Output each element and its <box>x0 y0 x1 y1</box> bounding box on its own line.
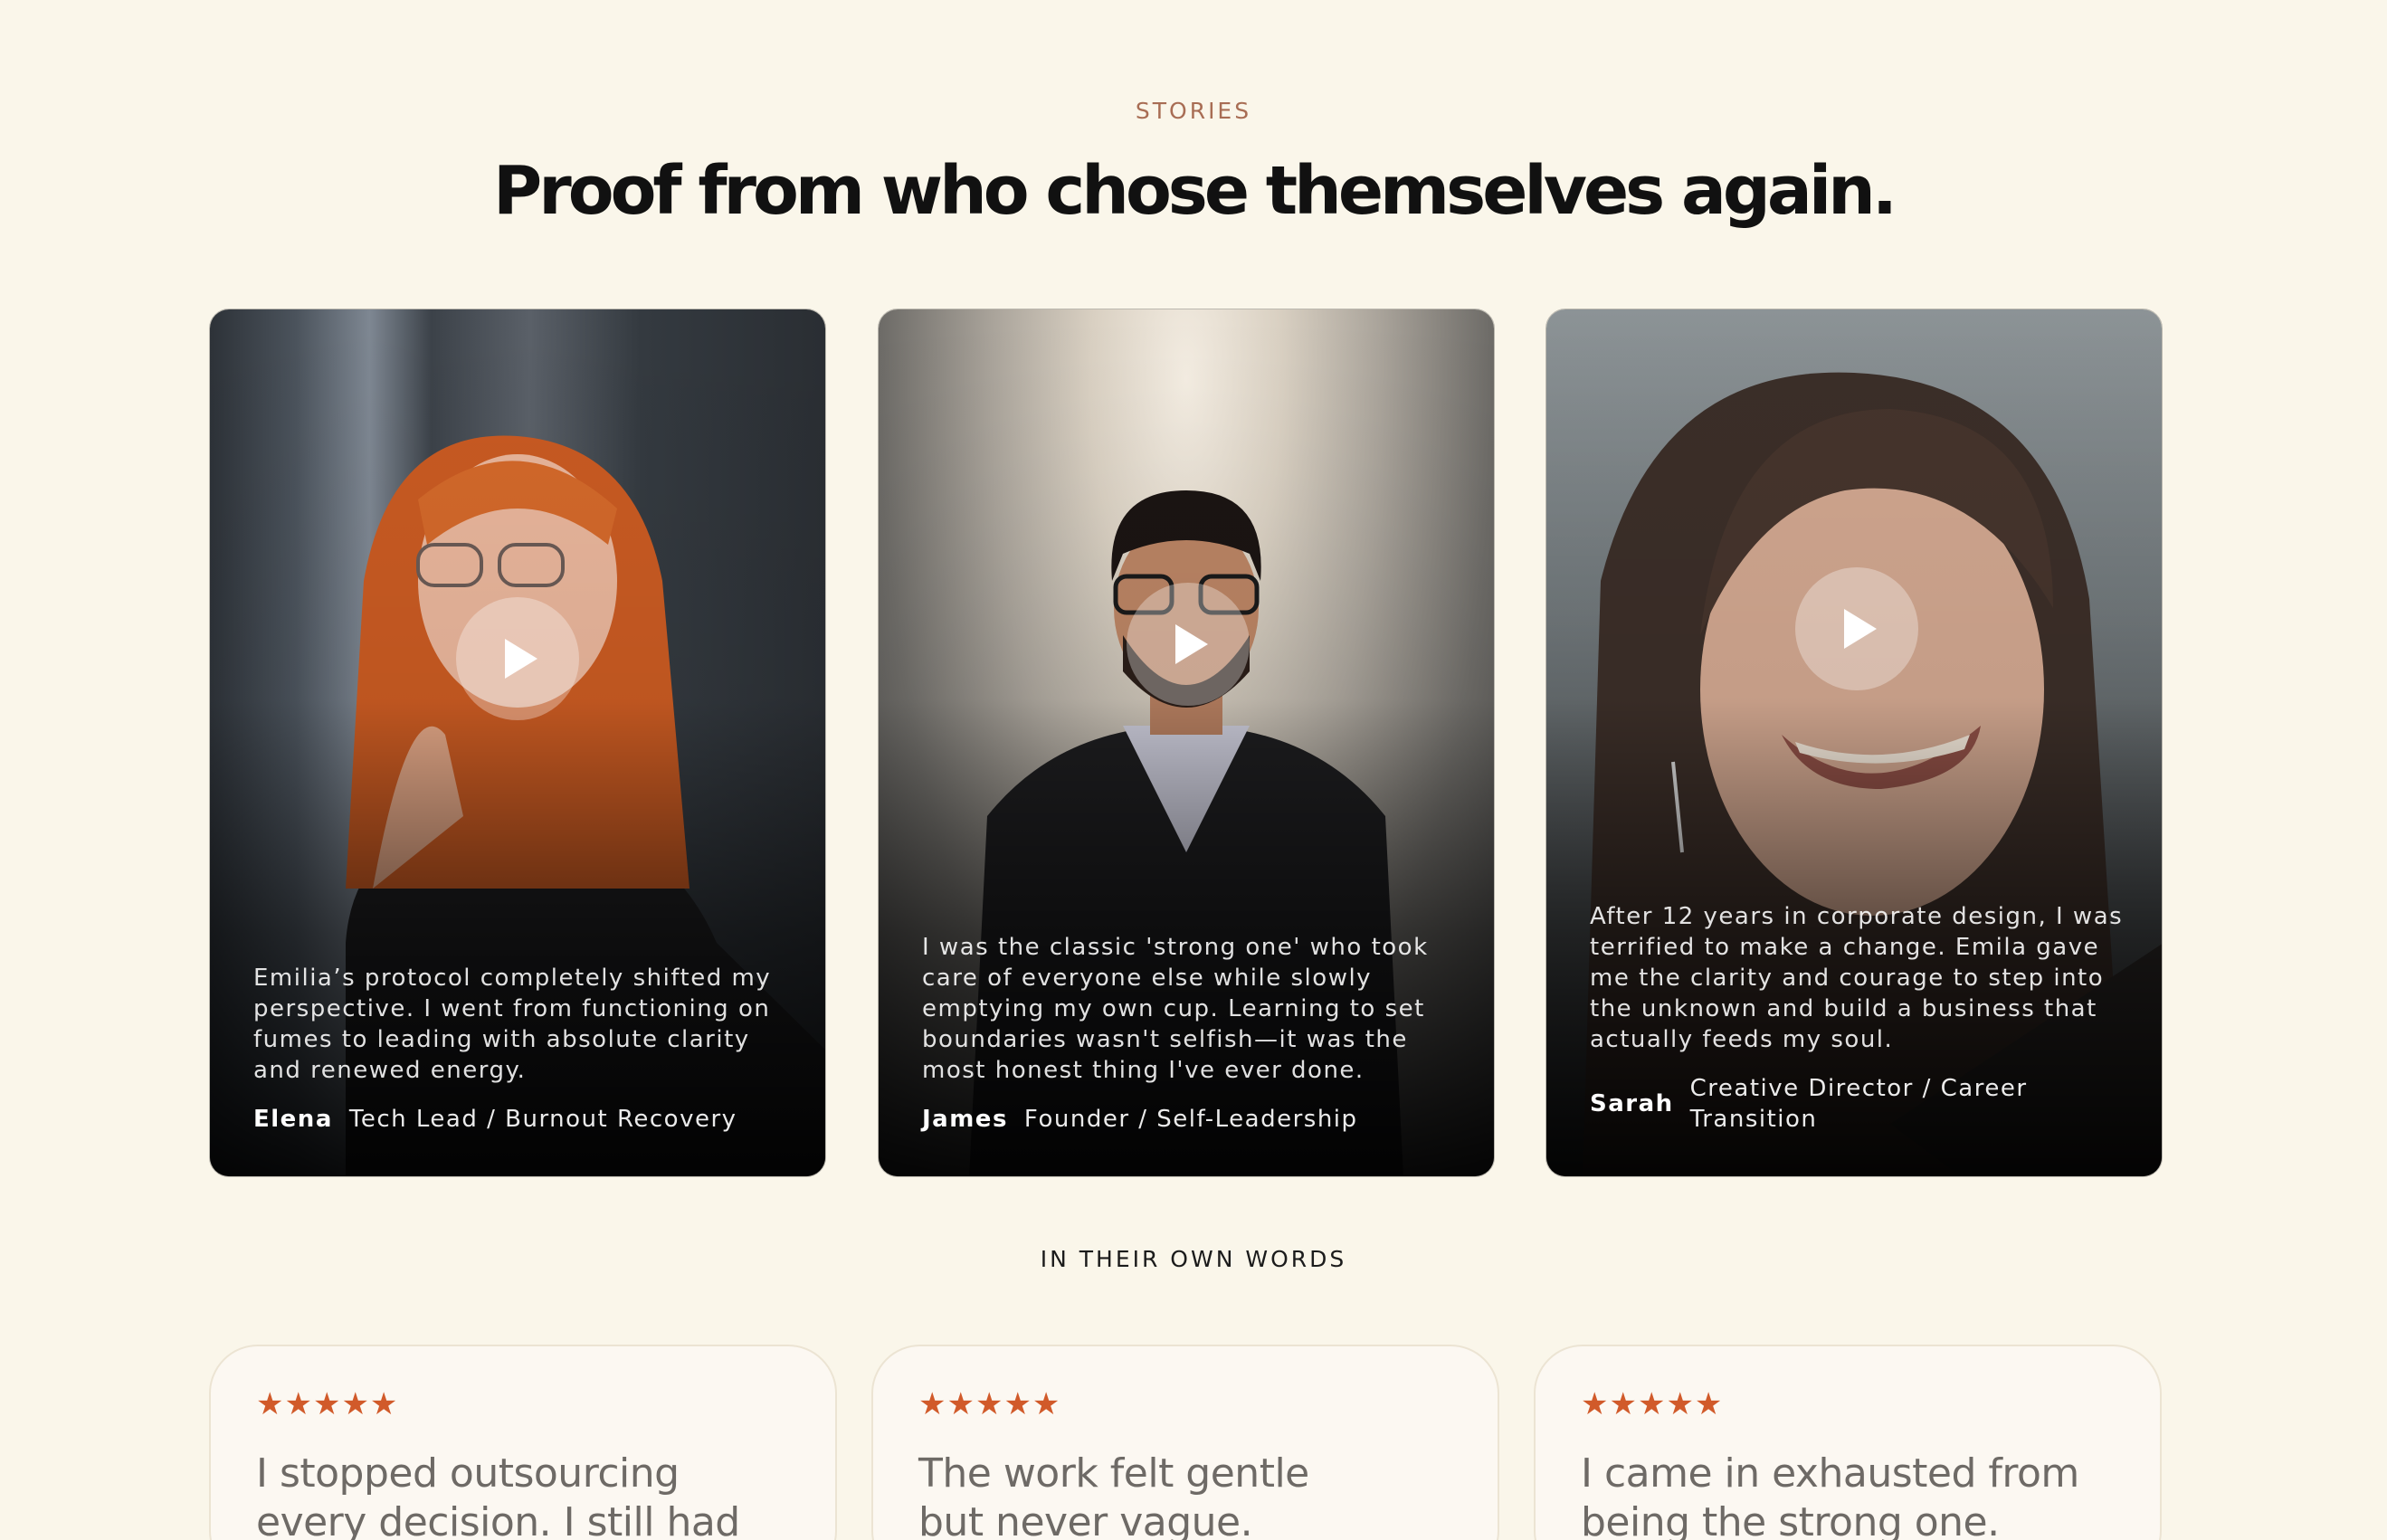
testimonial-attribution: James Founder / Self-Leadership <box>922 1104 1358 1135</box>
testimonial-name: James <box>922 1106 1008 1133</box>
play-button[interactable] <box>1795 567 1918 690</box>
testimonial-quote: I was the classic 'strong one' who took … <box>922 934 1429 1084</box>
testimonial-attribution: Elena Tech Lead / Burnout Recovery <box>253 1104 737 1135</box>
testimonial-quote: After 12 years in corporate design, I wa… <box>1590 903 2124 1053</box>
testimonial-attribution: Sarah Creative Director / Career Transit… <box>1590 1073 2052 1135</box>
section-headline: Proof from who chose themselves again. <box>493 152 1897 230</box>
testimonial-name: Elena <box>253 1106 333 1133</box>
review-card: ★★★★★ I came in exhausted from being the… <box>1534 1345 2162 1540</box>
review-card: ★★★★★ The work felt gentle but never vag… <box>871 1345 1499 1540</box>
play-icon <box>1175 624 1208 664</box>
star-rating: ★★★★★ <box>918 1386 1061 1422</box>
review-text: I came in exhausted from being the stron… <box>1581 1450 2079 1540</box>
video-card-james[interactable]: I was the classic 'strong one' who took … <box>878 309 1495 1177</box>
video-card-sarah[interactable]: After 12 years in corporate design, I wa… <box>1545 309 2163 1177</box>
testimonial-role: Creative Director / Career Transition <box>1689 1075 2028 1133</box>
reviews-eyebrow: IN THEIR OWN WORDS <box>1040 1246 1347 1272</box>
review-text: The work felt gentle but never vague. Ea… <box>918 1450 1309 1540</box>
review-card: ★★★★★ I stopped outsourcing every decisi… <box>209 1345 837 1540</box>
play-button[interactable] <box>456 597 579 720</box>
testimonial-role: Founder / Self-Leadership <box>1023 1106 1358 1133</box>
play-icon <box>1844 609 1877 649</box>
testimonial-role: Tech Lead / Burnout Recovery <box>348 1106 737 1133</box>
testimonial-quote: Emilia’s protocol completely shifted my … <box>253 965 772 1084</box>
play-icon <box>505 639 537 679</box>
stories-eyebrow: STORIES <box>1135 98 1252 124</box>
star-rating: ★★★★★ <box>1581 1386 1724 1422</box>
play-button[interactable] <box>1127 583 1250 706</box>
testimonial-name: Sarah <box>1590 1090 1674 1117</box>
star-rating: ★★★★★ <box>256 1386 399 1422</box>
video-card-elena[interactable]: Emilia’s protocol completely shifted my … <box>209 309 826 1177</box>
review-text: I stopped outsourcing every decision. I … <box>256 1450 740 1540</box>
